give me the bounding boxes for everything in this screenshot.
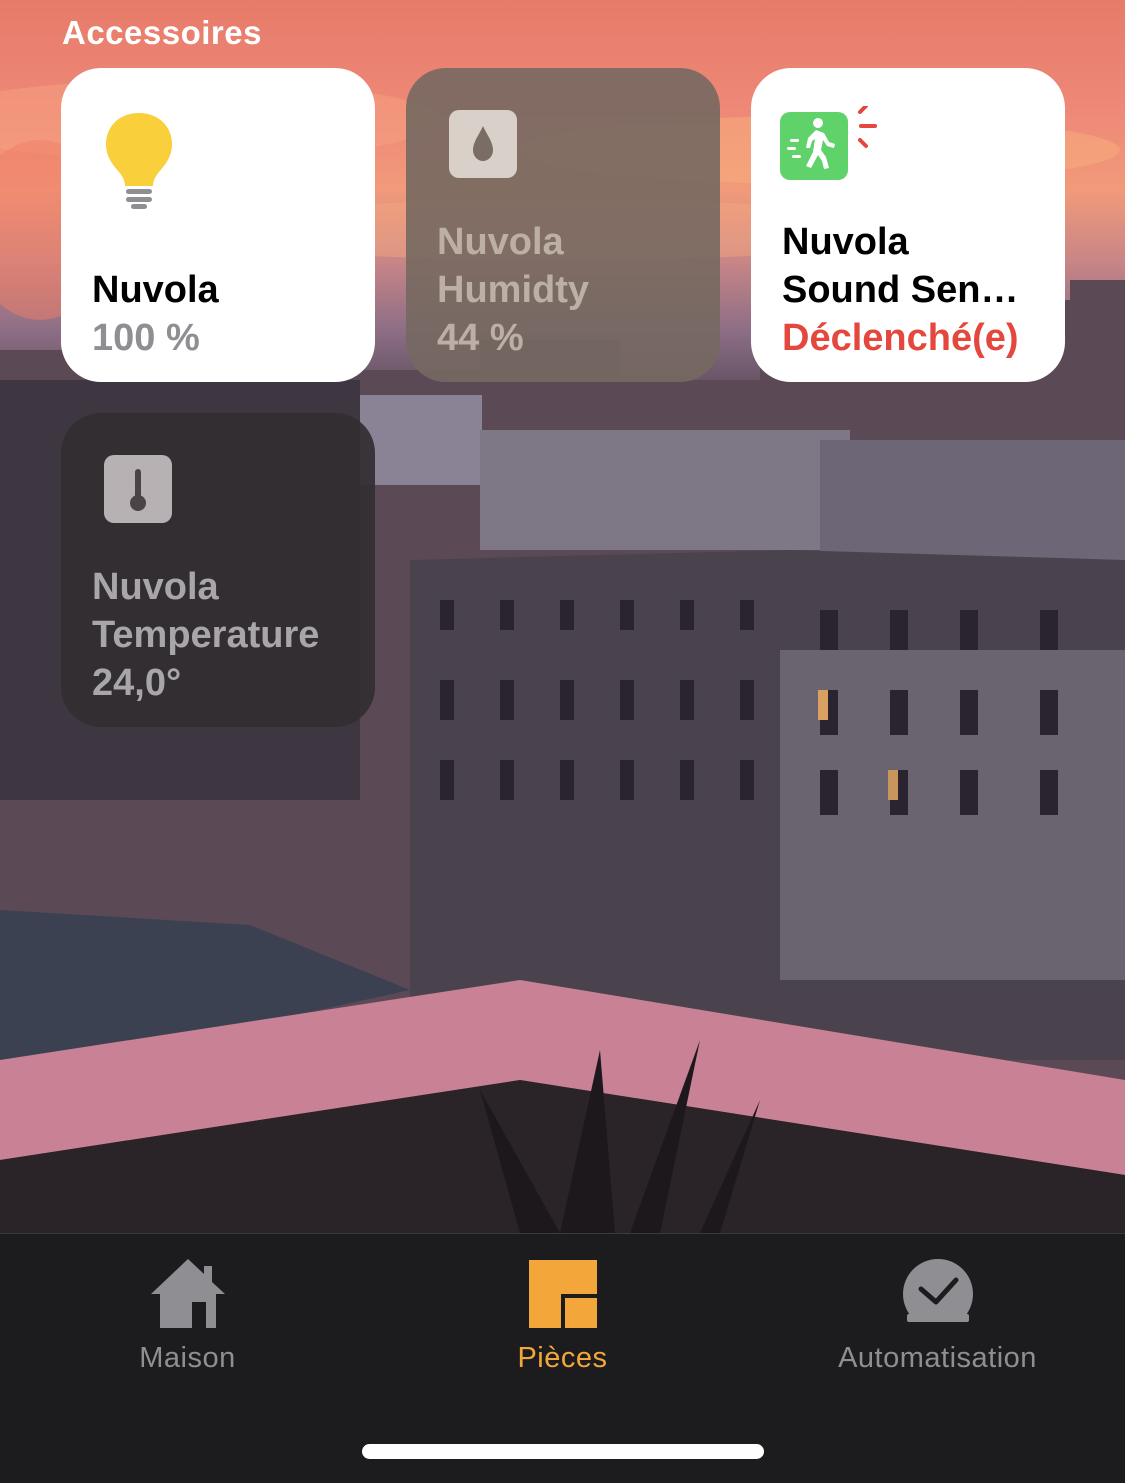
- tab-maison[interactable]: Maison: [0, 1234, 375, 1394]
- accessory-name-line: Nuvola: [782, 221, 909, 263]
- accessory-name-line: Humidty: [437, 269, 589, 311]
- accessory-tile-light[interactable]: Nuvola 100 %: [61, 68, 375, 382]
- accessory-name-line: Nuvola: [92, 269, 219, 311]
- section-title: Accessoires: [62, 14, 262, 51]
- accessory-name: Nuvola Sound Sen… Déclenché(e): [782, 218, 1045, 362]
- lightbulb-icon: [104, 110, 174, 215]
- humidity-drop-icon: [449, 110, 519, 185]
- accessory-status: 44 %: [437, 317, 524, 359]
- automation-clock-icon: [898, 1256, 978, 1332]
- accessory-name-line: Nuvola: [92, 566, 219, 608]
- accessory-name: Nuvola Humidty 44 %: [437, 218, 700, 362]
- tab-label: Automatisation: [838, 1342, 1037, 1374]
- tab-automatisation[interactable]: Automatisation: [750, 1234, 1125, 1394]
- accessory-status: 100 %: [92, 317, 200, 359]
- tab-label: Maison: [139, 1342, 236, 1374]
- accessory-status: Déclenché(e): [782, 317, 1019, 359]
- accessory-tile-humidity[interactable]: Nuvola Humidty 44 %: [406, 68, 720, 382]
- accessory-tile-sound-sensor[interactable]: Nuvola Sound Sen… Déclenché(e): [751, 68, 1065, 382]
- thermometer-icon: [104, 455, 174, 530]
- motion-sensor-icon: [780, 104, 880, 187]
- tab-label: Pièces: [517, 1342, 608, 1374]
- house-icon: [148, 1256, 228, 1332]
- home-indicator[interactable]: [362, 1444, 764, 1459]
- accessory-status: 24,0°: [92, 662, 182, 704]
- tab-pieces[interactable]: Pièces: [375, 1234, 750, 1394]
- accessory-name-line: Nuvola: [437, 221, 564, 263]
- accessory-tile-temperature[interactable]: Nuvola Temperature 24,0°: [61, 413, 375, 727]
- accessory-name: Nuvola 100 %: [92, 266, 355, 362]
- accessory-name-line: Sound Sen…: [782, 269, 1019, 311]
- rooms-icon: [523, 1256, 603, 1332]
- accessory-name: Nuvola Temperature 24,0°: [92, 563, 355, 707]
- accessory-name-line: Temperature: [92, 614, 320, 656]
